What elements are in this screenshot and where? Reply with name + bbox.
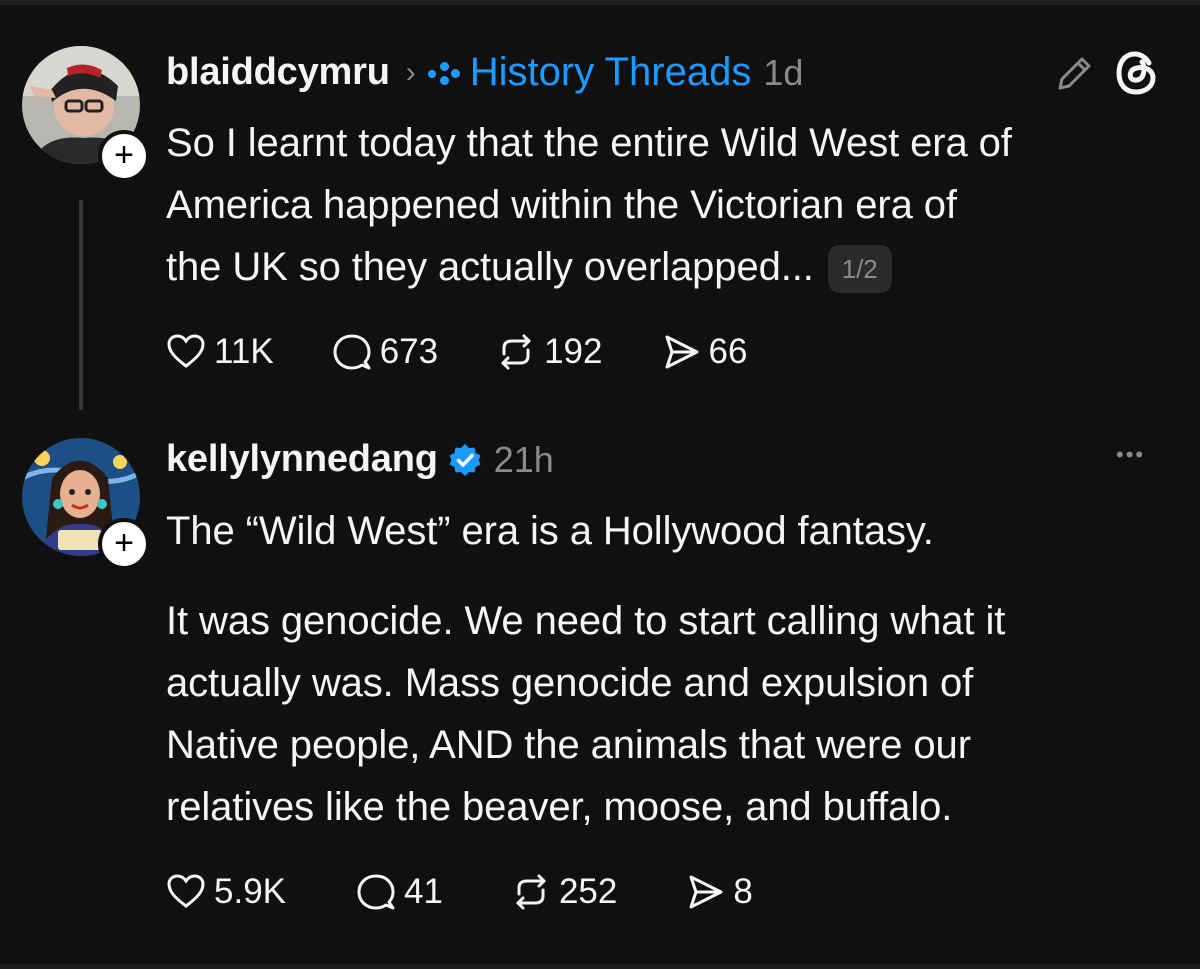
reply-count: 673 (379, 332, 439, 371)
share-count: 8 (733, 872, 753, 911)
reply-count: 41 (404, 872, 443, 911)
action-bar: 11K 673 192 66 (166, 332, 805, 372)
like-button[interactable]: 11K (166, 332, 274, 372)
follow-button[interactable]: + (98, 518, 150, 570)
like-count: 5.9K (214, 872, 286, 911)
post-header: blaiddcymru › History Threads 1d (166, 50, 803, 95)
topic-icon (427, 58, 460, 88)
repost-count: 192 (544, 332, 603, 371)
post-header: kellylynnedang 21h (166, 438, 554, 481)
like-count: 11K (214, 332, 274, 371)
post-text-line: the UK so they actually overlapped... 1/2 (166, 236, 1012, 298)
follow-button[interactable]: + (98, 130, 150, 182)
post-text-line: relatives like the beaver, moose, and bu… (166, 785, 953, 829)
reply-post: + kellylynnedang 21h ••• The “Wild West”… (0, 428, 1200, 948)
threads-logo-icon[interactable] (1114, 50, 1160, 101)
username[interactable]: kellylynnedang (166, 438, 438, 481)
share-button[interactable]: 66 (661, 332, 748, 372)
action-bar: 5.9K 41 252 8 (166, 872, 811, 912)
post-text-line: Native people, AND the animals that were… (166, 723, 971, 767)
bottom-divider (0, 964, 1200, 969)
post-text-line: So I learnt today that the entire Wild W… (166, 121, 1012, 165)
repost-count: 252 (558, 872, 618, 911)
post-text-line: America happened within the Victorian er… (166, 183, 957, 227)
reply-button[interactable]: 673 (332, 332, 438, 372)
heart-icon (167, 874, 205, 908)
thread-page-badge[interactable]: 1/2 (827, 245, 892, 294)
heart-icon (167, 334, 205, 368)
share-button[interactable]: 8 (685, 872, 753, 912)
top-divider (0, 0, 1200, 5)
share-icon (665, 335, 698, 369)
comment-icon (333, 334, 371, 370)
post-time: 1d (763, 51, 804, 93)
username[interactable]: blaiddcymru (166, 51, 390, 94)
share-count: 66 (708, 332, 748, 371)
chevron-right-icon: › (405, 55, 416, 89)
reply-button[interactable]: 41 (356, 872, 443, 912)
post-text-line: It was genocide. We need to start callin… (166, 599, 1006, 643)
more-icon[interactable]: ••• (1116, 442, 1145, 468)
post-text-line: The “Wild West” era is a Hollywood fanta… (166, 509, 934, 553)
verified-badge-icon (449, 443, 481, 476)
post-body: The “Wild West” era is a Hollywood fanta… (166, 500, 1005, 838)
repost-icon (516, 874, 546, 910)
repost-button[interactable]: 192 (496, 332, 603, 372)
topic-link[interactable]: History Threads (470, 50, 752, 95)
thread-post: + blaiddcymru › History Threads 1d So I … (0, 40, 1200, 420)
repost-button[interactable]: 252 (511, 872, 617, 912)
comment-icon (357, 874, 395, 910)
repost-icon (501, 334, 531, 370)
like-button[interactable]: 5.9K (166, 872, 286, 912)
pencil-icon[interactable] (1054, 52, 1096, 99)
thread-connector-line (79, 200, 83, 410)
post-body: So I learnt today that the entire Wild W… (166, 112, 1012, 298)
post-time: 21h (493, 438, 554, 480)
share-icon (689, 875, 723, 909)
post-text-line: actually was. Mass genocide and expulsio… (166, 661, 974, 705)
